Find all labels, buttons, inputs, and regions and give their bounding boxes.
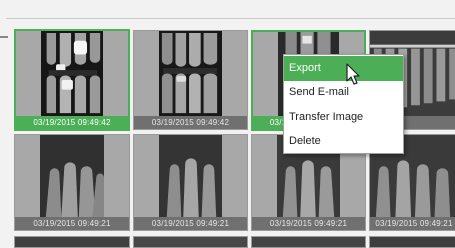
xray-thumbnail[interactable] (133, 236, 248, 248)
thumbnail-timestamp: 03/19/2015 09:49:21 (252, 217, 365, 230)
menu-item-delete[interactable]: Delete (284, 129, 403, 154)
xray-thumbnail[interactable]: 03/19/2015 09:49:21 (133, 134, 248, 231)
context-menu: Export Send E-mail Transfer Image Delete (283, 54, 404, 154)
menu-item-send-email[interactable]: Send E-mail (284, 80, 403, 105)
thumbnail-timestamp: 03/19/2015 09:49:42 (16, 116, 128, 129)
thumbnail-timestamp: 03/19/2015 09:49:42 (134, 116, 247, 129)
xray-image (159, 31, 222, 116)
xray-image (159, 135, 222, 217)
thumbnail-timestamp: 03/19/2015 09:49:21 (134, 217, 247, 230)
menu-item-export[interactable]: Export (284, 56, 403, 81)
xray-image (40, 135, 104, 217)
xray-thumbnail[interactable] (14, 236, 130, 248)
thumbnail-timestamp: 03/19/2015 09:49:21 (370, 217, 455, 230)
xray-thumbnail[interactable]: 03/19/2015 09:49:42 (14, 29, 130, 131)
xray-thumbnail[interactable]: 03/19/2015 09:49:42 (133, 30, 248, 130)
xray-thumbnail[interactable]: 03/19/2015 09:49:21 (14, 134, 130, 231)
menu-item-transfer-image[interactable]: Transfer Image (284, 105, 403, 130)
xray-thumbnail[interactable] (251, 236, 366, 248)
mouse-pointer-icon (346, 63, 360, 85)
xray-thumbnail[interactable] (369, 236, 455, 248)
xray-image (41, 31, 103, 116)
thumbnail-timestamp: 03/19/2015 09:49:21 (15, 217, 129, 230)
